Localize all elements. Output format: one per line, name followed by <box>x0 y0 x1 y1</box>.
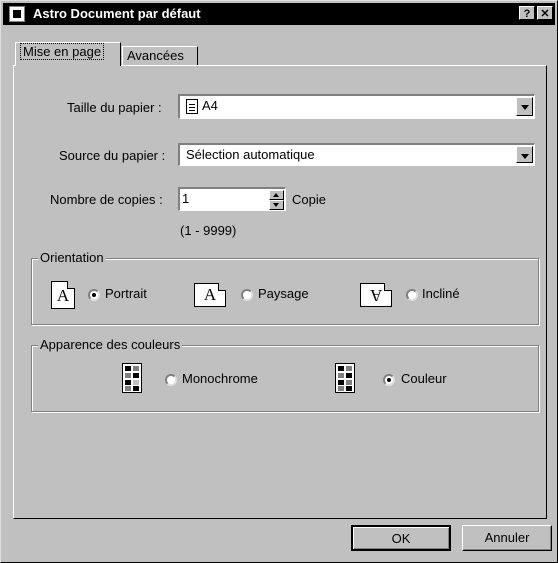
landscape-icon: A <box>194 283 226 307</box>
copies-range: (1 - 9999) <box>180 223 237 238</box>
ok-button[interactable]: OK <box>351 525 451 551</box>
landscape-label[interactable]: Paysage <box>258 286 309 301</box>
portrait-icon: A <box>51 281 75 309</box>
close-button[interactable]: ✕ <box>537 6 553 20</box>
paper-size-label: Taille du papier : <box>67 100 162 115</box>
document-icon <box>186 99 198 114</box>
title-bar: Astro Document par défaut ? ✕ <box>3 3 555 25</box>
printer-properties-dialog: Astro Document par défaut ? ✕ Mise en pa… <box>0 0 558 563</box>
paper-source-combo[interactable]: Sélection automatique <box>178 143 535 166</box>
tab-label: Mise en page <box>20 43 105 60</box>
tab-mise-en-page[interactable]: Mise en page <box>15 42 121 66</box>
tab-panel: Taille du papier : A4 Source du papier :… <box>13 65 547 519</box>
rotated-label[interactable]: Incliné <box>422 286 460 301</box>
paper-size-combo[interactable]: A4 <box>178 94 535 119</box>
copies-stepper[interactable]: 1 <box>178 187 286 211</box>
color-group: Apparence des couleurs Monochrome Couleu… <box>31 337 539 412</box>
spin-down-icon[interactable] <box>269 200 284 210</box>
chevron-down-icon[interactable] <box>516 97 533 116</box>
portrait-glyph: A <box>56 286 70 305</box>
portrait-radio[interactable] <box>88 289 100 301</box>
portrait-label[interactable]: Portrait <box>105 286 147 301</box>
color-radio[interactable] <box>383 374 395 386</box>
copies-value: 1 <box>182 191 190 206</box>
copies-unit: Copie <box>292 192 326 207</box>
cancel-button[interactable]: Annuler <box>462 525 552 551</box>
orientation-title: Orientation <box>38 250 106 265</box>
monochrome-label[interactable]: Monochrome <box>182 371 258 386</box>
chevron-down-icon[interactable] <box>516 146 533 163</box>
copies-label: Nombre de copies : <box>50 192 163 207</box>
paper-size-value: A4 <box>202 98 218 113</box>
monochrome-icon <box>122 363 142 393</box>
paper-source-value: Sélection automatique <box>186 147 315 162</box>
printer-app-icon <box>9 6 25 22</box>
spin-up-icon[interactable] <box>269 190 284 200</box>
orientation-group: Orientation A Portrait A Paysage A Incli… <box>31 250 539 325</box>
landscape-radio[interactable] <box>241 289 253 301</box>
rotated-radio[interactable] <box>406 289 418 301</box>
paper-source-label: Source du papier : <box>59 148 166 163</box>
window-title: Astro Document par défaut <box>33 6 201 21</box>
color-title: Apparence des couleurs <box>38 337 183 352</box>
tab-avancees[interactable]: Avancées <box>122 46 198 66</box>
rotated-glyph: A <box>369 286 383 305</box>
landscape-glyph: A <box>203 285 217 304</box>
rotated-icon: A <box>360 283 392 307</box>
help-button[interactable]: ? <box>519 6 535 20</box>
color-label[interactable]: Couleur <box>401 371 447 386</box>
monochrome-radio[interactable] <box>165 374 177 386</box>
color-icon <box>335 363 355 393</box>
